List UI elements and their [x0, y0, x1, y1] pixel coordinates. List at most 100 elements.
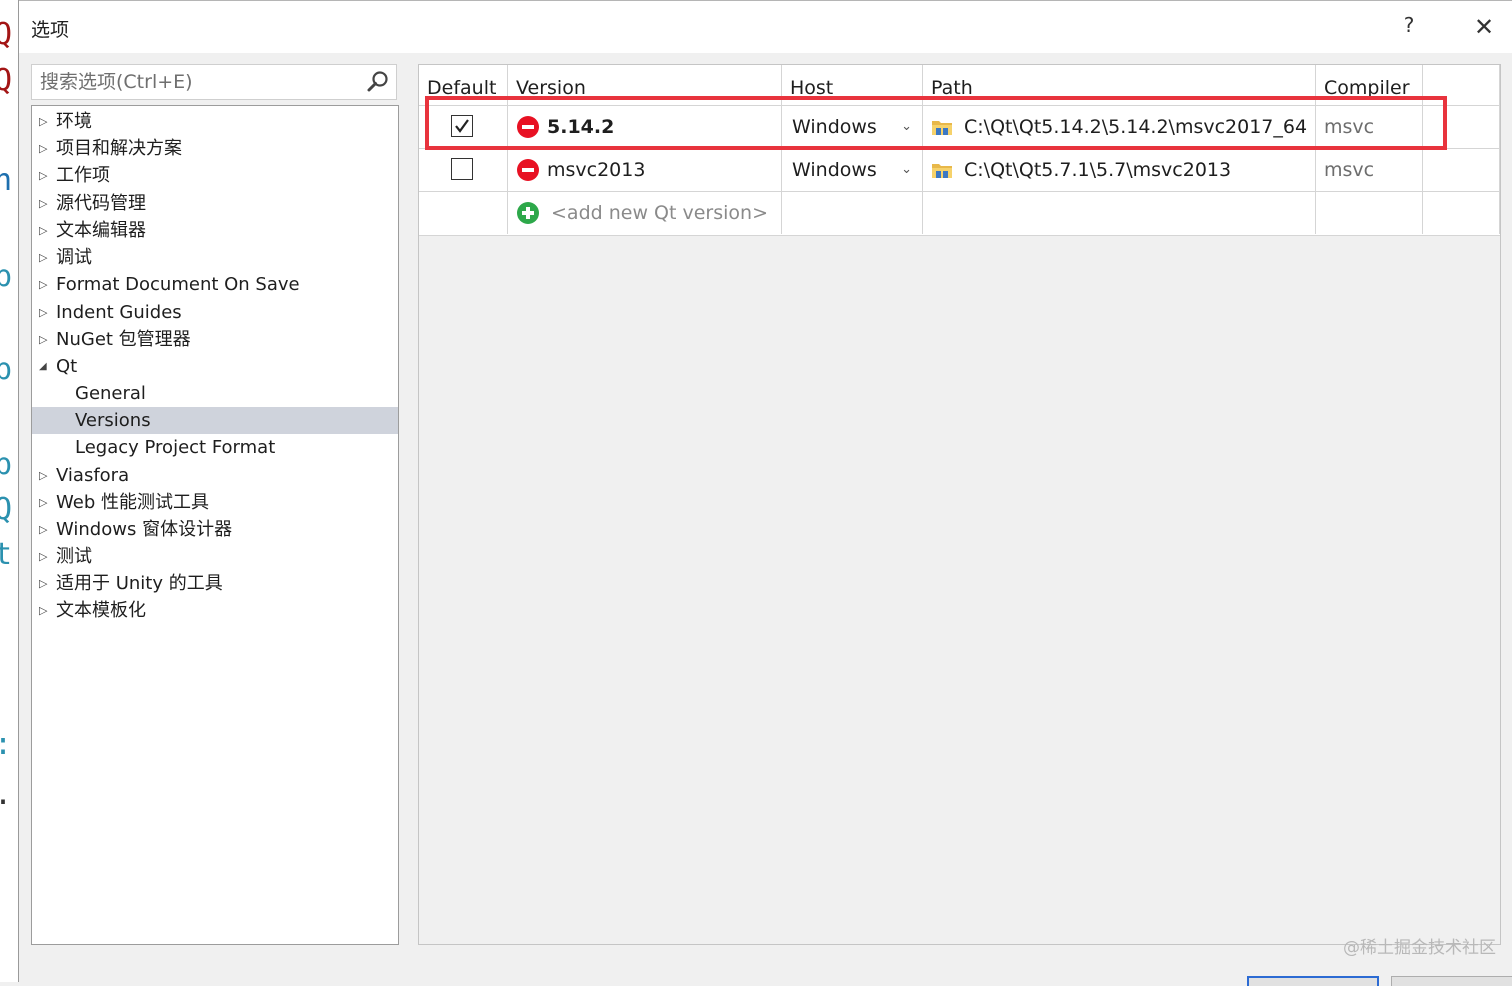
path-cell[interactable]: C:\Qt\Qt5.7.1\5.7\msvc2013 [923, 149, 1316, 191]
search-box [31, 64, 397, 100]
tree-item-qt-general[interactable]: General [32, 380, 398, 407]
watermark: @稀土掘金技术社区 [1343, 938, 1496, 958]
tree-item-web-perf-test[interactable]: ▷ Web 性能测试工具 [32, 489, 398, 516]
host-value: Windows [792, 159, 877, 181]
add-version-row[interactable]: <add new Qt version> [419, 191, 1500, 236]
tree-item-label: Legacy Project Format [75, 437, 276, 458]
folder-icon [932, 164, 952, 178]
default-cell [419, 192, 508, 234]
default-checkbox[interactable] [451, 115, 473, 137]
empty-cell [782, 192, 923, 234]
tree-item-test[interactable]: ▷ 测试 [32, 543, 398, 570]
version-cell[interactable]: 5.14.2 [508, 106, 782, 148]
tree-item-label: 调试 [56, 247, 92, 268]
chevron-down-icon[interactable]: ⌄ [901, 149, 912, 191]
column-header-default[interactable]: Default [419, 65, 508, 105]
compiler-value: msvc [1324, 116, 1375, 138]
column-header-path[interactable]: Path [923, 65, 1316, 105]
tree-item-debugging[interactable]: ▷ 调试 [32, 244, 398, 271]
tree-item-label: 环境 [56, 111, 92, 132]
tree-item-label: Qt [56, 356, 78, 377]
tree-item-nuget[interactable]: ▷ NuGet 包管理器 [32, 326, 398, 353]
tree-item-label: General [75, 383, 146, 404]
tree-item-label: 工作项 [56, 165, 110, 186]
options-tree: ▷ 环境 ▷ 项目和解决方案 ▷ 工作项 ▷ 源代码管理 ▷ 文本编辑器 ▷ 调… [31, 105, 399, 945]
tree-item-projects-solutions[interactable]: ▷ 项目和解决方案 [32, 135, 398, 162]
expand-arrow-icon[interactable]: ▷ [39, 244, 51, 271]
default-cell [419, 149, 508, 191]
ok-button[interactable] [1247, 976, 1379, 986]
empty-cell [923, 192, 1316, 234]
add-version-label[interactable]: <add new Qt version> [551, 192, 768, 234]
path-value: C:\Qt\Qt5.14.2\5.14.2\msvc2017_64 [964, 116, 1308, 138]
tree-item-qt-legacy-project-format[interactable]: Legacy Project Format [32, 434, 398, 461]
tree-item-qt-versions[interactable]: Versions [32, 407, 398, 434]
remove-icon[interactable] [517, 159, 539, 181]
tree-item-format-document-on-save[interactable]: ▷ Format Document On Save [32, 271, 398, 298]
collapse-arrow-icon[interactable]: ◢ [39, 353, 51, 380]
tree-item-label: 测试 [56, 546, 92, 567]
expand-arrow-icon[interactable]: ▷ [39, 271, 51, 298]
expand-arrow-icon[interactable]: ▷ [39, 108, 51, 135]
host-dropdown[interactable]: Windows ⌄ [782, 106, 923, 148]
tree-item-indent-guides[interactable]: ▷ Indent Guides [32, 299, 398, 326]
path-cell[interactable]: C:\Qt\Qt5.14.2\5.14.2\msvc2017_64 [923, 106, 1316, 148]
tree-item-work-items[interactable]: ▷ 工作项 [32, 162, 398, 189]
tree-item-environment[interactable]: ▷ 环境 [32, 108, 398, 135]
tree-item-label: 项目和解决方案 [56, 138, 182, 159]
add-version-cell[interactable]: <add new Qt version> [508, 192, 782, 234]
chevron-down-icon[interactable]: ⌄ [901, 106, 912, 148]
grid-header: Default Version Host Path Compiler [419, 65, 1500, 105]
add-icon[interactable] [517, 202, 539, 224]
expand-arrow-icon[interactable]: ▷ [39, 326, 51, 353]
expand-arrow-icon[interactable]: ▷ [39, 135, 51, 162]
expand-arrow-icon[interactable]: ▷ [39, 162, 51, 189]
tree-item-label: 源代码管理 [56, 193, 146, 214]
column-header-version[interactable]: Version [508, 65, 782, 105]
expand-arrow-icon[interactable]: ▷ [39, 543, 51, 570]
expand-arrow-icon[interactable]: ▷ [39, 217, 51, 244]
close-button[interactable]: ✕ [1469, 13, 1499, 41]
checkmark-icon [455, 119, 469, 133]
tree-item-text-editor[interactable]: ▷ 文本编辑器 [32, 217, 398, 244]
host-dropdown[interactable]: Windows ⌄ [782, 149, 923, 191]
filler-cell [1423, 106, 1500, 148]
tree-item-label: NuGet 包管理器 [56, 329, 191, 350]
search-icon[interactable] [366, 70, 390, 94]
expand-arrow-icon[interactable]: ▷ [39, 489, 51, 516]
filler-cell [1423, 149, 1500, 191]
tree-item-viasfora[interactable]: ▷ Viasfora [32, 462, 398, 489]
options-dialog: 选项 ? ✕ ▷ 环境 ▷ 项目和解决方案 ▷ 工作项 ▷ 源代码管理 ▷ 文本… [18, 0, 1512, 986]
tree-item-windows-forms-designer[interactable]: ▷ Windows 窗体设计器 [32, 516, 398, 543]
table-row[interactable]: msvc2013 Windows ⌄ C:\Qt\Qt5.7.1\5.7\msv… [419, 148, 1500, 192]
column-header-compiler[interactable]: Compiler [1316, 65, 1423, 105]
qt-versions-grid: Default Version Host Path Compiler 5.14.… [418, 64, 1501, 945]
default-checkbox[interactable] [451, 158, 473, 180]
tree-item-qt[interactable]: ◢ Qt [32, 353, 398, 380]
expand-arrow-icon[interactable]: ▷ [39, 190, 51, 217]
tree-item-label: Windows 窗体设计器 [56, 519, 233, 540]
tree-item-unity-tools[interactable]: ▷ 适用于 Unity 的工具 [32, 570, 398, 597]
tree-item-label: Versions [75, 410, 151, 431]
expand-arrow-icon[interactable]: ▷ [39, 299, 51, 326]
column-header-filler [1423, 65, 1500, 105]
default-cell [419, 106, 508, 148]
column-header-host[interactable]: Host [782, 65, 923, 105]
tree-item-source-control[interactable]: ▷ 源代码管理 [32, 190, 398, 217]
cancel-button[interactable] [1391, 976, 1512, 986]
version-name: msvc2013 [547, 159, 646, 181]
filler-cell [1423, 192, 1500, 234]
remove-icon[interactable] [517, 116, 539, 138]
tree-item-text-templating[interactable]: ▷ 文本模板化 [32, 597, 398, 624]
expand-arrow-icon[interactable]: ▷ [39, 570, 51, 597]
version-cell[interactable]: msvc2013 [508, 149, 782, 191]
path-value: C:\Qt\Qt5.7.1\5.7\msvc2013 [964, 159, 1232, 181]
search-input[interactable] [32, 65, 378, 99]
help-button[interactable]: ? [1397, 13, 1421, 41]
table-row[interactable]: 5.14.2 Windows ⌄ C:\Qt\Qt5.14.2\5.14.2\m… [419, 105, 1500, 149]
compiler-cell: msvc [1316, 149, 1423, 191]
expand-arrow-icon[interactable]: ▷ [39, 597, 51, 624]
title-bar: 选项 ? ✕ [19, 0, 1512, 53]
expand-arrow-icon[interactable]: ▷ [39, 516, 51, 543]
expand-arrow-icon[interactable]: ▷ [39, 462, 51, 489]
